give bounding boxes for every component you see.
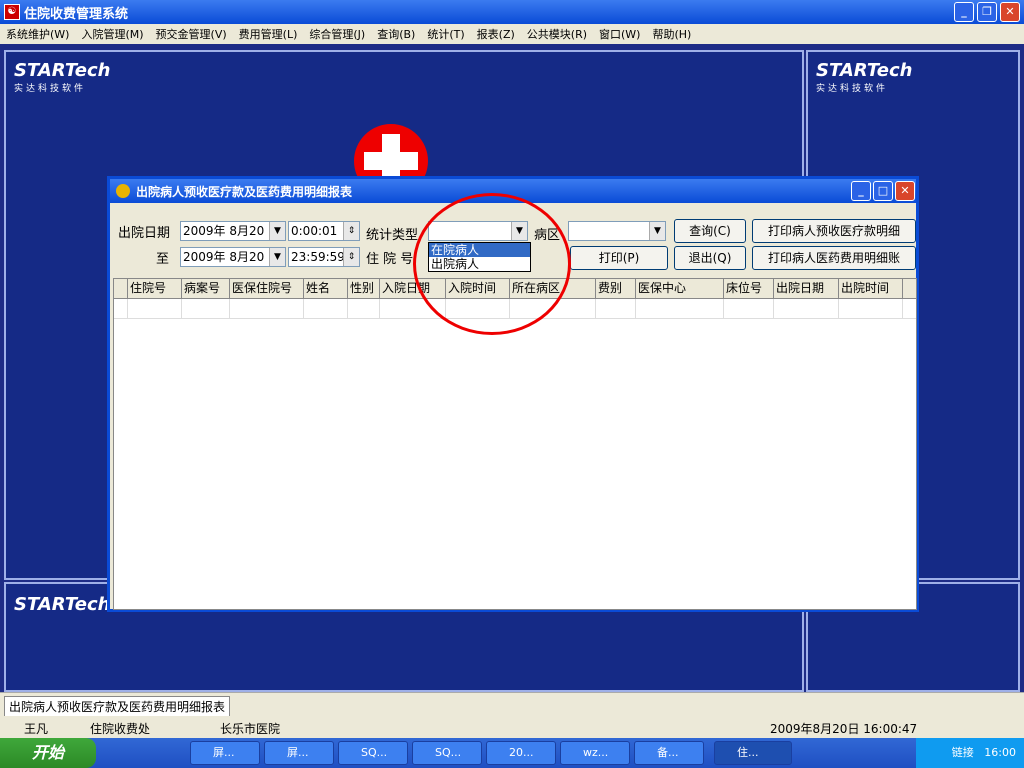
menu-item-1[interactable]: 入院管理(M) [75,26,149,42]
time-from-field[interactable]: 0:00:01 ⇕ [288,221,360,241]
taskbar-item-5[interactable]: wz... [560,741,630,765]
menu-item-9[interactable]: 窗口(W) [593,26,646,42]
label-to: 至 [156,252,170,267]
print-fee-detail-button[interactable]: 打印病人医药费用明细账 [752,246,916,270]
app-title: 住院收费管理系统 [24,6,129,22]
links-label[interactable]: 链接 [952,746,974,759]
dialog-minimize-button[interactable]: _ [851,181,871,201]
menu-item-0[interactable]: 系统维护(W) [0,26,75,42]
taskbar-item-1[interactable]: 屏... [264,741,334,765]
chevron-down-icon: ▼ [269,222,285,240]
taskbar-item-4[interactable]: 20... [486,741,556,765]
menu-item-10[interactable]: 帮助(H) [646,26,697,42]
column-header-10[interactable]: 医保中心 [636,279,724,298]
taskbar-item-7[interactable]: 住... [714,741,792,765]
menu-item-4[interactable]: 综合管理(J) [303,26,371,42]
print-prepay-button[interactable]: 打印病人预收医疗款明细 [752,219,916,243]
column-header-9[interactable]: 费别 [596,279,636,298]
startech-logo-right: STARTech 实达科技软件 [816,60,913,94]
dialog-title: 出院病人预收医疗款及医药费用明细报表 [136,184,353,199]
column-header-4[interactable]: 姓名 [304,279,348,298]
column-header-11[interactable]: 床位号 [724,279,774,298]
menu-bar: 系统维护(W) 入院管理(M) 预交金管理(V) 费用管理(L) 综合管理(J) 查询(B… [0,24,1024,44]
table-cell[interactable] [348,299,380,318]
menu-item-7[interactable]: 报表(Z) [471,26,521,42]
query-button[interactable]: 查询(C) [674,219,746,243]
menu-item-5[interactable]: 查询(B) [371,26,421,42]
date-to-picker[interactable]: 2009年 8月20 ▼ [180,247,286,267]
minimize-button[interactable]: _ [954,2,974,22]
taskbar-item-3[interactable]: SQ... [412,741,482,765]
table-cell[interactable] [774,299,839,318]
app-icon: ☯ [4,4,20,20]
label-patient-no: 住 院 号 [366,252,414,267]
restore-button[interactable]: ❐ [977,2,997,22]
dialog-maximize-button[interactable]: □ [873,181,893,201]
table-cell[interactable] [596,299,636,318]
menu-item-2[interactable]: 预交金管理(V) [150,26,233,42]
column-header-5[interactable]: 性别 [348,279,380,298]
print-button[interactable]: 打印(P) [570,246,668,270]
status-hospital: 长乐市医院 [220,722,281,736]
table-cell[interactable] [636,299,724,318]
table-cell[interactable] [230,299,304,318]
label-discharge-date: 出院日期 [118,226,171,241]
chevron-down-icon: ▼ [649,222,665,240]
dialog-icon [116,184,130,198]
startech-logo: STARTech 实达科技软件 [14,60,111,94]
spinner-icon: ⇕ [343,222,359,240]
date-from-picker[interactable]: 2009年 8月20 ▼ [180,221,286,241]
startech-logo-bottom: STARTech [14,594,111,615]
taskbar-item-0[interactable]: 屏... [190,741,260,765]
red-circle-annotation [413,193,571,335]
column-header-12[interactable]: 出院日期 [774,279,839,298]
menu-item-8[interactable]: 公共模块(R) [521,26,593,42]
column-header-13[interactable]: 出院时间 [839,279,903,298]
system-tray: 链接 16:00 [916,738,1024,768]
table-cell[interactable] [724,299,774,318]
column-header-2[interactable]: 病案号 [182,279,230,298]
ward-select[interactable]: ▼ [568,221,666,241]
exit-button[interactable]: 退出(Q) [674,246,746,270]
status-dept: 住院收费处 [90,722,151,736]
status-bar: 王凡 住院收费处 长乐市医院 2009年8月20日 16:00:47 [0,716,1024,738]
app-title-bar: ☯ 住院收费管理系统 _ ❐ ✕ [0,0,1024,24]
close-button[interactable]: ✕ [1000,2,1020,22]
time-to-field[interactable]: 23:59:59 ⇕ [288,247,360,267]
menu-item-6[interactable]: 统计(T) [421,26,470,42]
window-tab[interactable]: 出院病人预收医疗款及医药费用明细报表 [4,696,231,717]
taskbar: 开始 屏... 屏... SQ... SQ... 20... wz... 备... 住... … [0,738,1024,768]
clock: 16:00 [984,746,1016,759]
dialog-close-button[interactable]: ✕ [895,181,915,201]
status-datetime: 2009年8月20日 16:00:47 [770,722,918,736]
taskbar-item-2[interactable]: SQ... [338,741,408,765]
table-cell[interactable] [182,299,230,318]
taskbar-item-6[interactable]: 备... [634,741,704,765]
table-cell[interactable] [304,299,348,318]
chevron-down-icon: ▼ [269,248,285,266]
table-cell[interactable] [839,299,903,318]
menu-item-3[interactable]: 费用管理(L) [233,26,304,42]
start-button[interactable]: 开始 [0,738,96,768]
table-cell[interactable] [128,299,182,318]
window-tab-bar: 出院病人预收医疗款及医药费用明细报表 [0,692,1024,717]
spinner-icon: ⇕ [343,248,359,266]
column-header-3[interactable]: 医保住院号 [230,279,304,298]
status-user: 王凡 [24,722,49,736]
column-header-0[interactable] [114,279,128,298]
table-cell[interactable] [114,299,128,318]
label-stat-type: 统计类型 [366,228,419,243]
column-header-1[interactable]: 住院号 [128,279,182,298]
